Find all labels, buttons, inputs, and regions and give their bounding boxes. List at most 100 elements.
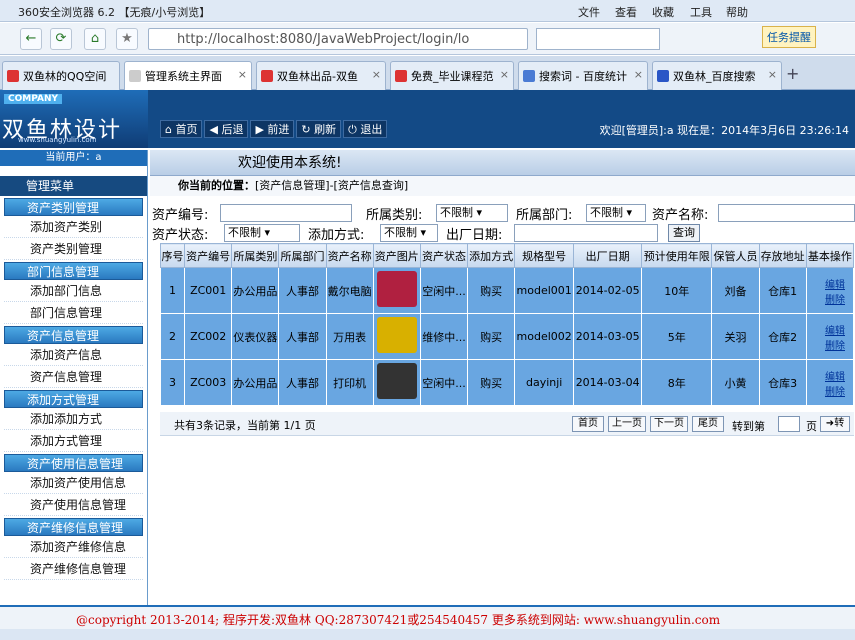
last-page-button[interactable]: 尾页	[692, 416, 724, 432]
cell-code: ZC002	[184, 313, 233, 360]
back-icon[interactable]: ←	[20, 28, 42, 50]
cell-name: 戴尔电脑	[325, 267, 374, 314]
breadcrumb-label: 你当前的位置：	[178, 179, 255, 192]
delete-link[interactable]: 删除	[807, 291, 853, 306]
tab-label: 免费_毕业课程范	[411, 70, 494, 83]
menu-item[interactable]: 资产使用信息管理	[4, 494, 143, 516]
address-input[interactable]: http://localhost:8080/JavaWebProject/log…	[148, 28, 528, 50]
home-icon[interactable]: ⌂	[84, 28, 106, 50]
column-header: 添加方式	[467, 243, 516, 268]
menu-item[interactable]: 添加资产维修信息	[4, 536, 143, 558]
method-select[interactable]: 不限制 ▾	[380, 224, 438, 242]
menu-item[interactable]: 添加资产使用信息	[4, 472, 143, 494]
cell-no: 2	[159, 313, 186, 360]
footer-text: @copyright 2013-2014; 程序开发:双鱼林 QQ:287307…	[76, 613, 721, 627]
delete-link[interactable]: 删除	[807, 383, 853, 398]
nav-label: 前进	[267, 123, 290, 136]
logout-button[interactable]: ⏻ 退出	[343, 120, 388, 138]
tab-label: 双鱼林出品-双鱼	[277, 70, 358, 83]
name-input[interactable]	[718, 204, 855, 222]
tab-icon	[395, 70, 407, 82]
menu-item[interactable]: 添加部门信息	[4, 280, 143, 302]
tab-label: 搜索词 - 百度统计	[539, 70, 627, 83]
menu-item[interactable]: 添加资产信息	[4, 344, 143, 366]
menu-group-header[interactable]: 资产维修信息管理	[4, 518, 143, 536]
forward-button[interactable]: ▶ 前进	[250, 120, 295, 138]
go-button[interactable]: ➜转	[820, 416, 850, 432]
dept-select[interactable]: 不限制 ▾	[586, 204, 646, 222]
menu-item[interactable]: 资产维修信息管理	[4, 558, 143, 580]
first-page-button[interactable]: 首页	[572, 416, 604, 432]
tab-icon	[523, 70, 535, 82]
method-value: 不限制	[384, 226, 417, 239]
menu-tools[interactable]: 工具	[690, 4, 712, 20]
home-button[interactable]: ⌂ 首页	[160, 120, 203, 138]
current-user: 当前用户：a	[0, 150, 147, 166]
close-icon[interactable]: ×	[372, 68, 381, 81]
tab-baidu-stats[interactable]: 搜索词 - 百度统计 ×	[518, 61, 648, 90]
menu-group-header[interactable]: 资产使用信息管理	[4, 454, 143, 472]
table-row: 3 ZC003 办公用品 人事部 打印机 空闲中... 购买 dayinji 2014-03-0…	[159, 359, 855, 406]
tab-shuangyulin[interactable]: 双鱼林出品-双鱼 ×	[256, 61, 386, 90]
cell-actions: 编辑 删除	[805, 267, 855, 314]
prev-page-button[interactable]: 上一页	[608, 416, 646, 432]
tab-qq[interactable]: 双鱼林的QQ空间	[2, 61, 120, 90]
menu-help[interactable]: 帮助	[726, 4, 748, 20]
code-input[interactable]	[220, 204, 352, 222]
edit-link[interactable]: 编辑	[807, 322, 853, 337]
menu-item[interactable]: 部门信息管理	[4, 302, 143, 324]
edit-link[interactable]: 编辑	[807, 276, 853, 291]
query-button[interactable]: 查询	[668, 224, 700, 242]
menu-file[interactable]: 文件	[578, 4, 600, 20]
close-icon[interactable]: ×	[238, 68, 247, 81]
menu-view[interactable]: 查看	[615, 4, 637, 20]
date-input[interactable]	[514, 224, 658, 242]
menu-group-header[interactable]: 资产类别管理	[4, 198, 143, 216]
menu-group-header[interactable]: 添加方式管理	[4, 390, 143, 408]
cell-date: 2014-03-04	[573, 359, 643, 406]
next-page-button[interactable]: 下一页	[650, 416, 688, 432]
refresh-icon[interactable]: ⟳	[50, 28, 72, 50]
menu-title: 管理菜单	[0, 176, 147, 196]
back-button[interactable]: ◀ 后退	[204, 120, 249, 138]
tab-admin-main[interactable]: 管理系统主界面 ×	[124, 61, 252, 90]
delete-link[interactable]: 删除	[807, 337, 853, 352]
footer: @copyright 2013-2014; 程序开发:双鱼林 QQ:287307…	[0, 605, 855, 629]
search-input[interactable]	[536, 28, 660, 50]
refresh-button[interactable]: ↻ 刷新	[296, 120, 342, 138]
status-select[interactable]: 不限制 ▾	[224, 224, 300, 242]
column-header: 基本操作	[805, 243, 855, 268]
star-icon[interactable]: ★	[116, 28, 138, 50]
close-icon[interactable]: ×	[500, 68, 509, 81]
close-icon[interactable]: ×	[634, 68, 643, 81]
table-body: 1 ZC001 办公用品 人事部 戴尔电脑 空闲中... 购买 model001 2014-02…	[159, 267, 855, 406]
column-header: 资产编号	[184, 243, 233, 268]
tab-free-courses[interactable]: 免费_毕业课程范 ×	[390, 61, 514, 90]
menu-item[interactable]: 资产类别管理	[4, 238, 143, 260]
cell-model: dayinji	[514, 359, 575, 406]
menu-item[interactable]: 资产信息管理	[4, 366, 143, 388]
tab-label: 管理系统主界面	[145, 70, 222, 83]
asset-image-cell	[372, 359, 421, 406]
column-header: 资产名称	[325, 243, 374, 268]
menu-item[interactable]: 添加方式管理	[4, 430, 143, 452]
menu-item[interactable]: 添加添加方式	[4, 408, 143, 430]
page-input[interactable]	[778, 416, 800, 432]
new-tab-icon[interactable]: +	[786, 64, 799, 83]
menu-favorites[interactable]: 收藏	[652, 4, 674, 20]
cell-status: 空闲中...	[419, 359, 469, 406]
tab-baidu-search[interactable]: 双鱼林_百度搜索 ×	[652, 61, 782, 90]
cell-model: model002	[514, 313, 575, 360]
menu-item[interactable]: 添加资产类别	[4, 216, 143, 238]
cell-status: 维修中...	[419, 313, 469, 360]
table-row: 1 ZC001 办公用品 人事部 戴尔电脑 空闲中... 购买 model001 2014-02…	[159, 267, 855, 314]
menu-group-header[interactable]: 部门信息管理	[4, 262, 143, 280]
task-reminder-button[interactable]: 任务提醒	[762, 26, 816, 48]
edit-link[interactable]: 编辑	[807, 368, 853, 383]
column-header: 资产状态	[419, 243, 469, 268]
column-header: 资产图片	[372, 243, 421, 268]
close-icon[interactable]: ×	[768, 68, 777, 81]
menu-group-header[interactable]: 资产信息管理	[4, 326, 143, 344]
category-select[interactable]: 不限制 ▾	[436, 204, 508, 222]
column-header: 所属类别	[231, 243, 280, 268]
